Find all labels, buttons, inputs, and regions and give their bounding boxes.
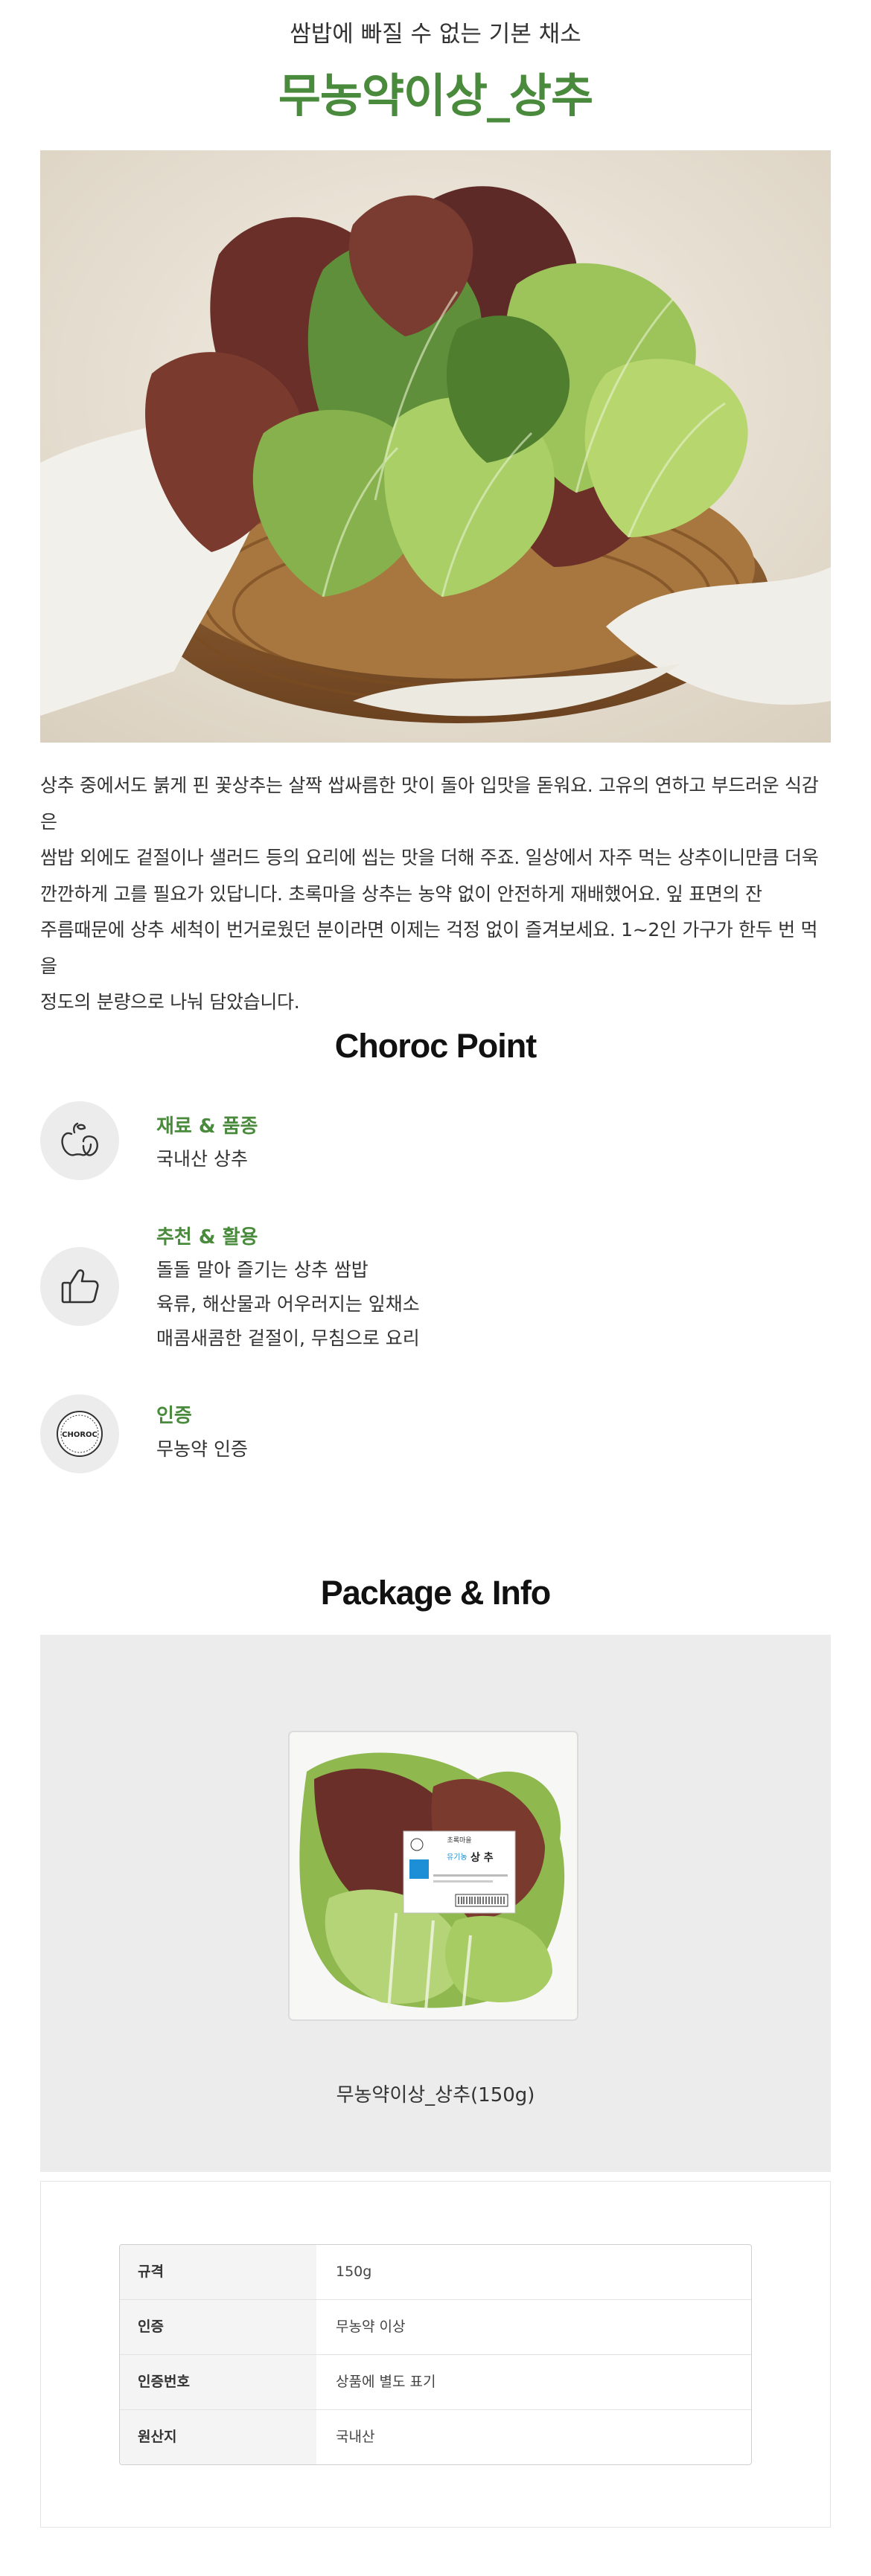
point-heading-ingredient: 재료 & 품종 <box>156 1115 258 1138</box>
label-brand: 초록마을 <box>447 1836 471 1845</box>
description-line: 쌈밥 외에도 겉절이나 샐러드 등의 요리에 씹는 맛을 더해 주죠. 일상에서… <box>40 847 819 868</box>
label-cert: 유기농 <box>447 1853 468 1862</box>
apple-icon <box>40 1101 119 1180</box>
point-line: 무농약 인증 <box>156 1438 248 1460</box>
description-line: 정도의 분량으로 나눠 담았습니다. <box>40 991 300 1013</box>
point-line: 매콤새콤한 겉절이, 무침으로 요리 <box>156 1327 420 1349</box>
info-value: 상품에 별도 표기 <box>336 2374 436 2390</box>
page-title: 무농약이상_상추 <box>278 68 593 123</box>
seal-text: CHOROC <box>62 1431 98 1439</box>
info-value: 국내산 <box>336 2429 375 2445</box>
point-heading-certification: 인증 <box>156 1405 192 1427</box>
choroc-seal-icon: CHOROC <box>40 1394 119 1473</box>
description-line: 주름때문에 상추 세척이 번거로웠던 분이라면 이제는 걱정 없이 즐겨보세요.… <box>40 919 818 977</box>
info-label: 규격 <box>120 2245 316 2299</box>
package-info-title: Package & Info <box>320 1574 552 1612</box>
hero-lettuce-image <box>40 150 831 743</box>
point-line: 돌돌 말아 즐기는 상추 쌈밥 <box>156 1259 368 1281</box>
table-row: 원산지 국내산 <box>120 2410 751 2464</box>
description-line: 상추 중에서도 붉게 핀 꽃상추는 살짝 쌉싸름한 맛이 돌아 입맛을 돋워요.… <box>40 775 819 833</box>
point-heading-usage: 추천 & 활용 <box>156 1226 258 1249</box>
table-row: 인증번호 상품에 별도 표기 <box>120 2355 751 2410</box>
package-photo: 초록마을 유기농 상 추 <box>288 1731 578 2021</box>
point-line: 육류, 해산물과 어우러지는 잎채소 <box>156 1293 420 1315</box>
thumbs-up-icon <box>40 1247 119 1326</box>
description-line: 깐깐하게 고를 필요가 있답니다. 초록마을 상추는 농약 없이 안전하게 재배… <box>40 882 762 905</box>
table-row: 인증 무농약 이상 <box>120 2300 751 2355</box>
info-value: 150g <box>336 2263 372 2280</box>
info-label: 인증번호 <box>120 2355 316 2409</box>
table-row: 규격 150g <box>120 2245 751 2300</box>
point-line: 국내산 상추 <box>156 1148 248 1170</box>
info-label: 인증 <box>120 2300 316 2354</box>
package-caption: 무농약이상_상추(150g) <box>336 2084 535 2106</box>
label-name: 상 추 <box>470 1852 494 1864</box>
page-subtitle: 쌈밥에 빠질 수 없는 기본 채소 <box>290 21 581 48</box>
product-description: 상추 중에서도 붉게 핀 꽃상추는 살짝 쌉싸름한 맛이 돌아 입맛을 돋워요.… <box>40 768 831 1021</box>
choroc-point-title: Choroc Point <box>334 1027 537 1065</box>
product-info-table: 규격 150g 인증 무농약 이상 인증번호 상품에 별도 표기 원산지 국내산 <box>119 2244 752 2465</box>
info-value: 무농약 이상 <box>336 2319 406 2335</box>
info-label: 원산지 <box>120 2410 316 2464</box>
